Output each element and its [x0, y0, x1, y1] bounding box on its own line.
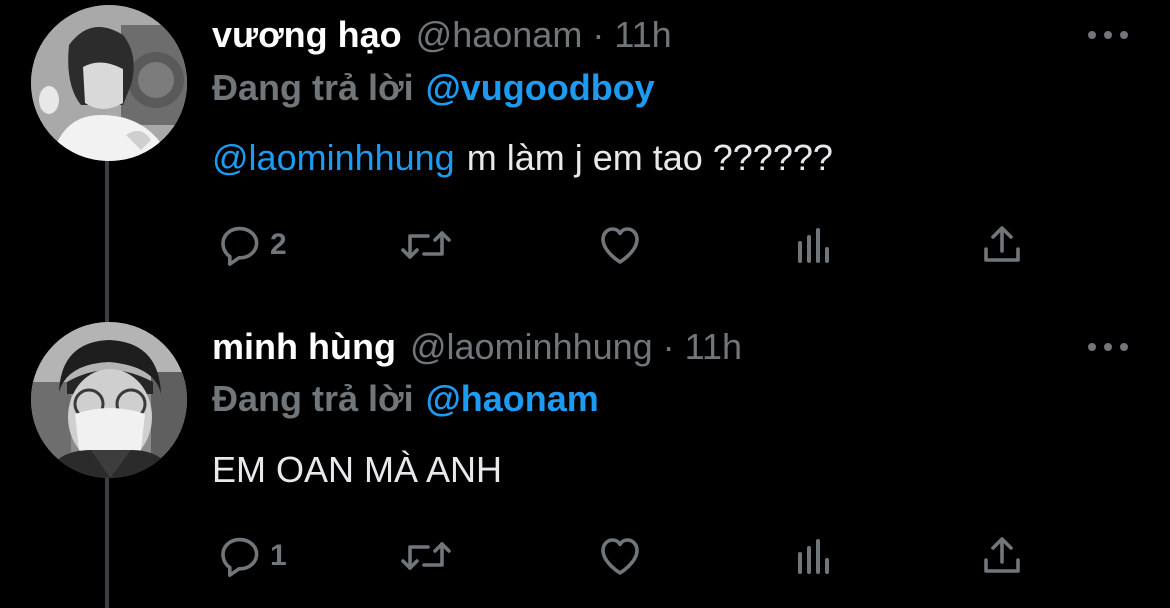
reply-button[interactable]: 1	[216, 528, 287, 584]
tweet-header: minh hùng @laominhhung · 11h	[212, 322, 742, 372]
stats-icon	[798, 228, 829, 263]
share-icon	[984, 537, 1020, 573]
more-dot	[1104, 343, 1112, 351]
user-handle[interactable]: @haonam	[416, 10, 583, 60]
stats-button[interactable]	[790, 528, 838, 584]
tweet-text-content: EM OAN MÀ ANH	[212, 449, 503, 490]
more-icon[interactable]	[1088, 337, 1128, 357]
more-dot	[1120, 343, 1128, 351]
replying-to-label: Đang trả lời	[212, 67, 414, 108]
timestamp[interactable]: 11h	[685, 322, 742, 372]
reply-button[interactable]: 2	[216, 217, 287, 273]
reply-count: 1	[270, 539, 287, 572]
more-dot	[1088, 343, 1096, 351]
retweet-icon	[401, 231, 451, 259]
reply-icon	[221, 226, 259, 266]
stats-button[interactable]	[790, 217, 838, 273]
tweet-text-content: m làm j em tao ??????	[466, 137, 833, 178]
replying-to-handle[interactable]: @vugoodboy	[426, 67, 655, 108]
avatar[interactable]	[31, 322, 187, 478]
share-button[interactable]	[978, 217, 1026, 273]
more-dot	[1120, 31, 1128, 39]
timestamp[interactable]: 11h	[614, 10, 671, 60]
action-bar: 2	[212, 217, 1032, 273]
avatar-photo	[31, 5, 187, 161]
user-handle[interactable]: @laominhhung	[410, 322, 653, 372]
avatar-photo	[31, 322, 187, 478]
replying-to-handle[interactable]: @haonam	[426, 378, 599, 419]
tweet-header: vương hạo @haonam · 11h	[212, 10, 672, 60]
replying-to: Đang trả lời @vugoodboy	[212, 66, 655, 110]
tweet[interactable]: minh hùng @laominhhung · 11h Đang trả lờ…	[0, 300, 1170, 608]
heart-icon	[601, 538, 639, 575]
mention-link[interactable]: @laominhhung	[212, 137, 455, 178]
heart-icon	[601, 227, 639, 264]
more-dot	[1088, 31, 1096, 39]
avatar[interactable]	[31, 5, 187, 161]
like-button[interactable]	[596, 528, 644, 584]
separator-dot: ·	[662, 326, 675, 367]
share-icon	[984, 226, 1020, 262]
display-name[interactable]: vương hạo	[212, 10, 402, 60]
like-button[interactable]	[596, 217, 644, 273]
retweet-icon	[401, 542, 451, 570]
action-bar: 1	[212, 528, 1032, 584]
replying-to-label: Đang trả lời	[212, 378, 414, 419]
separator-dot: ·	[592, 14, 605, 55]
replying-to: Đang trả lời @haonam	[212, 377, 599, 421]
share-button[interactable]	[978, 528, 1026, 584]
tweet-text: EM OAN MÀ ANH	[212, 448, 502, 492]
more-dot	[1104, 31, 1112, 39]
retweet-button[interactable]	[400, 217, 452, 273]
reply-count: 2	[270, 228, 287, 261]
display-name[interactable]: minh hùng	[212, 322, 396, 372]
tweet[interactable]: vương hạo @haonam · 11h Đang trả lời @vug…	[0, 0, 1170, 300]
more-icon[interactable]	[1088, 25, 1128, 45]
retweet-button[interactable]	[400, 528, 452, 584]
tweet-text: @laominhhung m làm j em tao ??????	[212, 136, 833, 180]
stats-icon	[798, 539, 829, 574]
reply-icon	[221, 537, 259, 577]
